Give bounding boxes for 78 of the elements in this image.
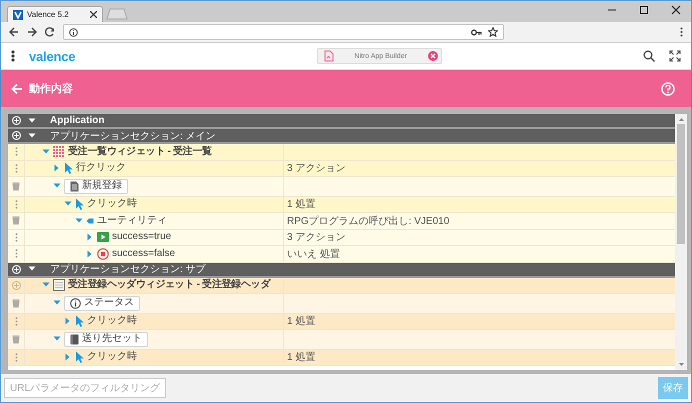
tree-label[interactable]: 行クリック <box>76 162 126 174</box>
collapse-caret-icon[interactable] <box>42 148 50 156</box>
widget-label[interactable]: 受注一覧ウィジェット - 受注一覧 <box>68 146 212 158</box>
document-icon <box>70 180 79 192</box>
drag-handle-icon[interactable] <box>14 316 18 326</box>
tree-label[interactable]: クリック時 <box>87 351 137 364</box>
form-icon <box>53 279 65 292</box>
trash-icon[interactable] <box>12 334 20 344</box>
scroll-down-icon[interactable] <box>678 362 684 367</box>
drag-handle-icon[interactable] <box>14 147 18 156</box>
collapse-caret-icon[interactable] <box>28 265 36 273</box>
star-icon[interactable] <box>488 27 498 37</box>
drag-handle-icon[interactable] <box>14 249 18 258</box>
close-icon[interactable] <box>90 11 97 18</box>
value-text: 1 処置 <box>287 198 316 212</box>
tree-label[interactable]: ユーティリティ <box>97 214 167 227</box>
info-icon <box>69 28 78 36</box>
expand-caret-icon[interactable] <box>86 233 94 242</box>
collapse-caret-icon[interactable] <box>75 216 83 225</box>
cursor-icon <box>64 162 73 174</box>
scrollbar-thumb[interactable] <box>677 124 685 244</box>
cursor-icon <box>75 351 84 364</box>
new-tab-icon[interactable] <box>106 8 128 20</box>
play-icon <box>97 232 109 242</box>
application-header[interactable]: Application <box>8 114 675 129</box>
value-text: RPGプログラムの呼び出し: VJE010 <box>287 214 450 228</box>
section-header[interactable]: アプリケーションセクション: メイン <box>8 129 675 144</box>
value-text: 1 処置 <box>287 350 316 364</box>
section-header[interactable]: アプリケーションセクション: サブ <box>8 262 675 278</box>
menu-icon[interactable] <box>11 50 15 62</box>
grid-icon <box>53 146 65 158</box>
value-text: 1 処置 <box>287 314 316 328</box>
expand-caret-icon[interactable] <box>64 353 72 362</box>
tree-label[interactable]: クリック時 <box>87 315 137 328</box>
widget-button[interactable]: 新規登録 <box>64 178 128 194</box>
utility-icon <box>86 218 94 224</box>
menu-icon[interactable] <box>680 27 683 37</box>
stop-icon <box>97 248 109 260</box>
logo: valence <box>29 48 76 64</box>
tree-label[interactable]: クリック時 <box>87 198 137 210</box>
drag-handle-icon[interactable] <box>14 164 18 173</box>
cursor-icon <box>75 198 84 210</box>
trash-icon[interactable] <box>12 298 20 308</box>
widget-button[interactable]: 送り先セット <box>64 332 148 347</box>
expand-caret-icon[interactable] <box>86 250 94 258</box>
trash-icon[interactable] <box>12 182 20 191</box>
tree-label[interactable]: success=true <box>112 231 172 244</box>
collapse-caret-icon[interactable] <box>28 116 36 124</box>
browser-tab[interactable]: Valence 5.2 <box>7 6 103 22</box>
search-icon[interactable] <box>643 50 655 62</box>
trash-icon[interactable] <box>12 216 20 226</box>
widget-button[interactable]: ステータス <box>64 296 140 311</box>
reload-icon[interactable] <box>45 27 55 37</box>
document-icon <box>324 50 334 62</box>
help-icon[interactable] <box>661 82 675 96</box>
back-icon[interactable] <box>9 27 19 37</box>
collapse-caret-icon[interactable] <box>28 132 36 140</box>
key-icon[interactable] <box>471 28 482 36</box>
fullscreen-icon[interactable] <box>669 50 681 62</box>
tree-label[interactable]: success=false <box>112 248 176 260</box>
page-title: 動作内容 <box>29 82 74 96</box>
book-icon <box>70 334 79 345</box>
scrollbar[interactable] <box>675 114 687 370</box>
drag-handle-icon[interactable] <box>14 232 18 242</box>
cursor-icon <box>75 315 84 328</box>
close-icon[interactable] <box>671 5 681 15</box>
app-logo-icon <box>13 10 23 20</box>
info-icon <box>70 298 81 309</box>
scroll-up-icon[interactable] <box>678 117 684 122</box>
value-text: 3 アクション <box>287 162 346 176</box>
drag-handle-icon[interactable] <box>14 352 18 362</box>
drag-handle-icon[interactable] <box>14 200 18 209</box>
expand-caret-icon[interactable] <box>53 164 61 172</box>
forward-icon[interactable] <box>27 27 37 37</box>
expand-caret-icon[interactable] <box>64 317 72 326</box>
maximize-icon[interactable] <box>639 5 649 15</box>
value-text: 3 アクション <box>287 231 346 244</box>
value-text: いいえ 処置 <box>287 248 340 261</box>
